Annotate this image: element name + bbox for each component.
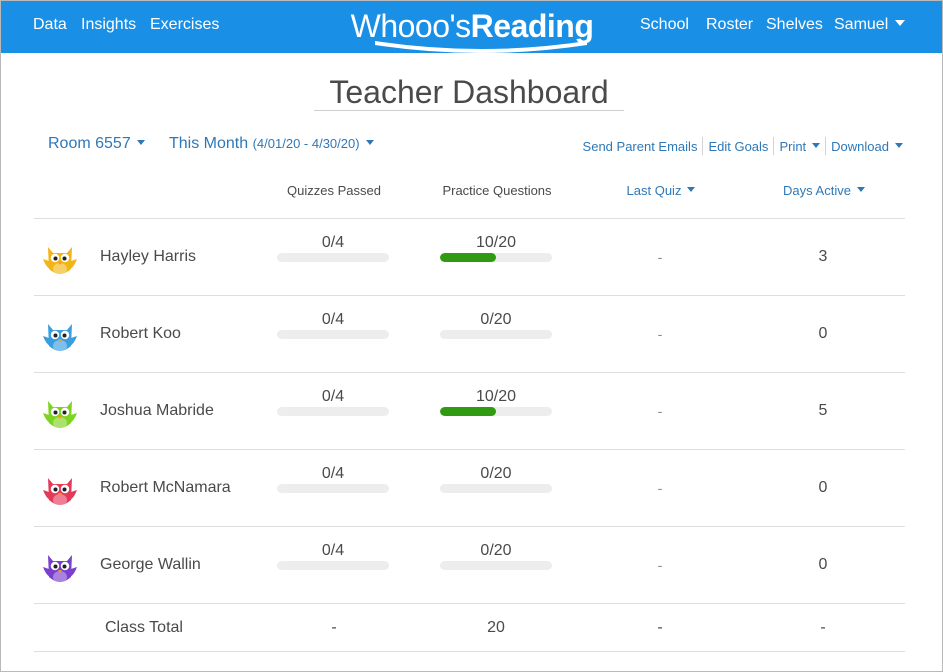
- practice-questions-value: 10/20: [475, 234, 517, 251]
- last-quiz-value: -: [657, 480, 663, 496]
- period-range: (4/01/20 - 4/30/20): [252, 136, 360, 151]
- page-title: Teacher Dashboard: [314, 73, 624, 111]
- last-quiz-label: Last Quiz: [626, 183, 682, 198]
- nav-data[interactable]: Data: [33, 16, 67, 34]
- send-parent-emails-link[interactable]: Send Parent Emails: [578, 139, 703, 154]
- table-row[interactable]: George Wallin 0/4 0/20 - 0: [34, 527, 905, 604]
- practice-progress-bar: [440, 561, 552, 570]
- logo-swoosh-icon: [375, 41, 587, 53]
- quizzes-progress-bar: [277, 407, 389, 416]
- table-row[interactable]: Hayley Harris 0/4 10/20 - 3: [34, 219, 905, 296]
- total-last-quiz: -: [657, 619, 663, 636]
- column-header-last-quiz[interactable]: Last Quiz: [621, 183, 701, 198]
- room-dropdown[interactable]: Room 6557: [48, 135, 145, 153]
- quizzes-passed-value: 0/4: [321, 234, 345, 251]
- quizzes-passed-value: 0/4: [321, 542, 345, 559]
- practice-progress-bar: [440, 330, 552, 339]
- practice-questions-value: 0/20: [480, 542, 512, 559]
- column-header-quizzes: Quizzes Passed: [287, 183, 381, 198]
- total-quizzes: -: [331, 619, 337, 636]
- table-row[interactable]: Robert Koo 0/4 0/20 - 0: [34, 296, 905, 373]
- chevron-down-icon: [895, 142, 903, 148]
- nav-shelves[interactable]: Shelves: [766, 16, 823, 34]
- period-dropdown[interactable]: This Month (4/01/20 - 4/30/20): [169, 135, 374, 153]
- total-practice: 20: [487, 619, 505, 636]
- student-name[interactable]: Robert Koo: [100, 325, 181, 343]
- class-total-row: Class Total - 20 - -: [34, 604, 905, 651]
- nav-exercises[interactable]: Exercises: [150, 16, 219, 34]
- practice-progress-bar: [440, 484, 552, 493]
- edit-goals-link[interactable]: Edit Goals: [703, 139, 773, 154]
- print-label: Print: [779, 138, 807, 154]
- column-header-practice: Practice Questions: [442, 183, 552, 198]
- table-row[interactable]: Joshua Mabride 0/4 10/20 - 5: [34, 373, 905, 450]
- whooos-reading-logo[interactable]: Whooo's Reading: [341, 5, 603, 57]
- practice-questions-value: 0/20: [480, 311, 512, 328]
- sort-caret-icon: [687, 187, 696, 192]
- last-quiz-value: -: [657, 403, 663, 419]
- download-label: Download: [831, 138, 889, 154]
- class-total-label: Class Total: [105, 619, 183, 636]
- last-quiz-value: -: [657, 326, 663, 342]
- practice-questions-value: 10/20: [475, 388, 517, 405]
- practice-progress-bar: [440, 253, 552, 262]
- room-label: Room 6557: [48, 135, 131, 152]
- student-name[interactable]: Hayley Harris: [100, 248, 196, 266]
- print-dropdown[interactable]: Print: [774, 139, 825, 154]
- practice-progress-fill: [440, 253, 496, 262]
- quizzes-passed-value: 0/4: [321, 388, 345, 405]
- quizzes-passed-value: 0/4: [321, 311, 345, 328]
- practice-progress-fill: [440, 407, 496, 416]
- table-row[interactable]: Robert McNamara 0/4 0/20 - 0: [34, 450, 905, 527]
- chevron-down-icon: [895, 20, 906, 26]
- quizzes-progress-bar: [277, 330, 389, 339]
- period-label: This Month: [169, 135, 249, 152]
- student-name[interactable]: Joshua Mabride: [100, 402, 214, 420]
- nav-insights[interactable]: Insights: [81, 16, 136, 34]
- chevron-down-icon: [136, 140, 145, 145]
- pink-owl-icon: [40, 470, 80, 510]
- column-header-days-active[interactable]: Days Active: [779, 183, 869, 198]
- blue-owl-icon: [40, 316, 80, 356]
- days-active-value: 0: [818, 479, 828, 496]
- top-nav-bar: Data Insights Exercises Whooo's Reading S…: [1, 1, 942, 53]
- chevron-down-icon: [365, 140, 374, 145]
- yellow-owl-icon: [40, 239, 80, 279]
- days-active-value: 3: [818, 248, 828, 265]
- quizzes-passed-value: 0/4: [321, 465, 345, 482]
- nav-roster[interactable]: Roster: [706, 16, 753, 34]
- user-name: Samuel: [834, 16, 889, 33]
- user-menu[interactable]: Samuel: [834, 16, 906, 34]
- total-days-active: -: [820, 619, 826, 636]
- last-quiz-value: -: [657, 557, 663, 573]
- app-window: Data Insights Exercises Whooo's Reading S…: [0, 0, 943, 672]
- divider: [34, 651, 905, 652]
- practice-progress-bar: [440, 407, 552, 416]
- days-active-label: Days Active: [783, 183, 851, 198]
- days-active-value: 0: [818, 556, 828, 573]
- dashboard-actions: Send Parent Emails Edit Goals Print Down…: [578, 137, 903, 155]
- days-active-value: 0: [818, 325, 828, 342]
- days-active-value: 5: [818, 402, 828, 419]
- quizzes-progress-bar: [277, 561, 389, 570]
- purple-owl-icon: [40, 547, 80, 587]
- practice-questions-value: 0/20: [480, 465, 512, 482]
- nav-school[interactable]: School: [640, 16, 689, 34]
- student-name[interactable]: George Wallin: [100, 556, 201, 574]
- chevron-down-icon: [812, 142, 821, 148]
- download-dropdown[interactable]: Download: [826, 139, 903, 154]
- last-quiz-value: -: [657, 249, 663, 265]
- student-name[interactable]: Robert McNamara: [100, 479, 231, 497]
- quizzes-progress-bar: [277, 253, 389, 262]
- quizzes-progress-bar: [277, 484, 389, 493]
- sort-caret-icon: [856, 187, 865, 192]
- green-owl-icon: [40, 393, 80, 433]
